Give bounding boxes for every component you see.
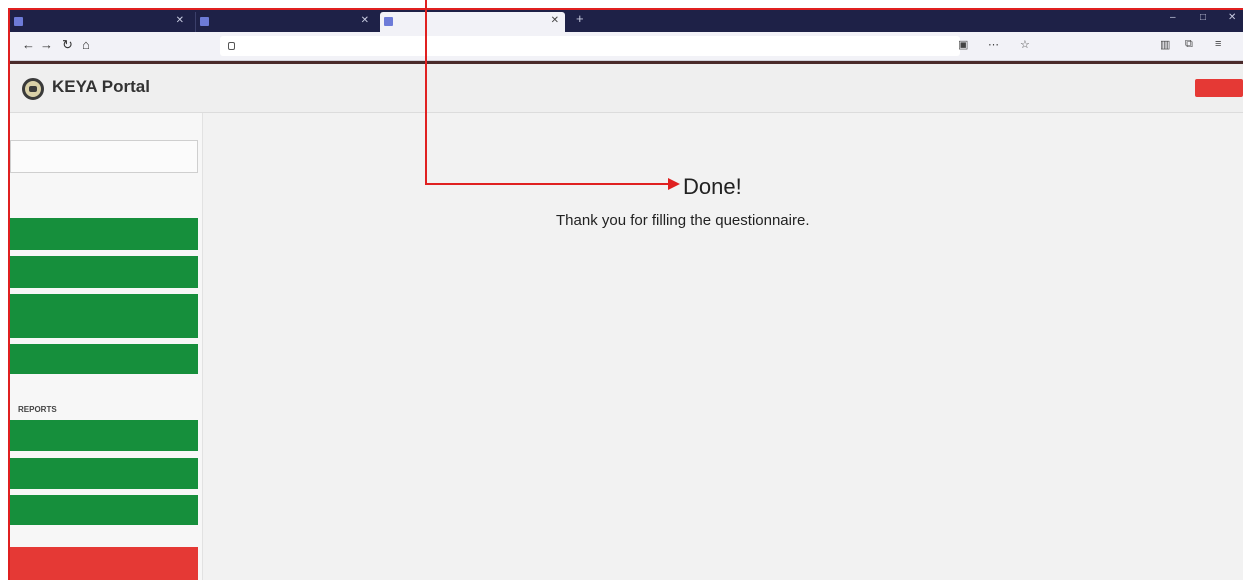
close-tab-icon[interactable]: ✕ xyxy=(176,12,184,30)
browser-navbar: ← → ↻ ⌂ ▣ ⋯ ☆ ▥ ⧉ ≡ xyxy=(10,32,1243,61)
annotation-arrow-head xyxy=(668,178,680,190)
new-tab-button[interactable]: + xyxy=(576,11,584,26)
reload-button[interactable]: ↻ xyxy=(62,37,73,53)
page-actions-icon[interactable]: ⋯ xyxy=(988,38,999,51)
maximize-button[interactable]: □ xyxy=(1200,12,1206,23)
forward-button[interactable]: → xyxy=(40,37,53,52)
reader-icon[interactable]: ▣ xyxy=(958,38,968,51)
sidebar-report-button[interactable] xyxy=(10,458,198,489)
lock-icon xyxy=(228,42,235,50)
favicon-icon xyxy=(384,17,393,26)
favicon-icon xyxy=(200,17,209,26)
sidebar-section-heading: REPORTS xyxy=(18,405,57,414)
close-tab-icon[interactable]: ✕ xyxy=(551,12,559,30)
sidebar: REPORTS xyxy=(10,113,203,580)
close-window-button[interactable]: ✕ xyxy=(1228,12,1236,23)
annotation-arrow-line xyxy=(425,0,427,185)
browser-tab-1[interactable]: ✕ xyxy=(10,12,190,32)
address-bar[interactable] xyxy=(220,36,960,56)
sidebar-red-button[interactable] xyxy=(10,547,198,580)
app-header: KEYA Portal xyxy=(10,64,1243,113)
annotation-arrow-line xyxy=(425,183,670,185)
back-button[interactable]: ← xyxy=(22,37,35,52)
sidebar-action-button[interactable] xyxy=(10,256,198,288)
sidebar-action-button[interactable] xyxy=(10,294,198,338)
library-icon[interactable]: ▥ xyxy=(1160,38,1170,51)
sidebar-report-button[interactable] xyxy=(10,495,198,525)
minimize-button[interactable]: – xyxy=(1170,12,1176,23)
favicon-icon xyxy=(14,17,23,26)
sidebar-action-button[interactable] xyxy=(10,218,198,250)
page-title: Done! xyxy=(683,174,742,199)
bookmark-star-icon[interactable]: ☆ xyxy=(1020,38,1030,51)
sidebar-report-button[interactable] xyxy=(10,420,198,451)
sidebar-toggle-icon[interactable]: ⧉ xyxy=(1185,38,1193,51)
brand-title[interactable]: KEYA Portal xyxy=(52,77,150,97)
browser-tab-2[interactable]: ✕ xyxy=(195,12,375,32)
close-tab-icon[interactable]: ✕ xyxy=(361,12,369,30)
logout-button[interactable] xyxy=(1195,79,1243,97)
completion-message: Thank you for filling the questionnaire. xyxy=(556,212,810,229)
home-button[interactable]: ⌂ xyxy=(82,37,90,52)
menu-icon[interactable]: ≡ xyxy=(1215,38,1221,50)
sidebar-action-button[interactable] xyxy=(10,344,198,374)
logo-icon xyxy=(22,78,44,100)
sidebar-white-button[interactable] xyxy=(10,140,198,173)
browser-tab-active[interactable]: ✕ xyxy=(380,12,565,32)
browser-tab-strip: ✕ ✕ ✕ + – □ ✕ xyxy=(10,10,1243,32)
